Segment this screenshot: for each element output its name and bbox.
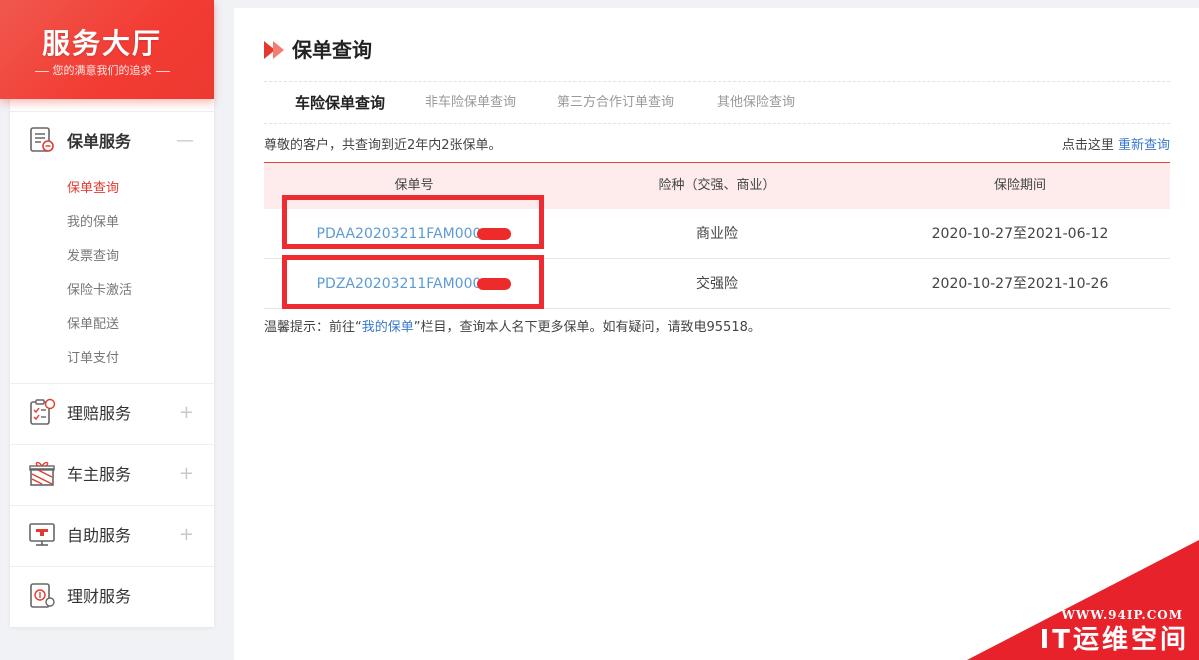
expand-icon[interactable]: + [179,526,194,544]
submenu-item-order-payment[interactable]: 订单支付 [10,342,214,376]
column-header-insurance-type: 险种（交强、商业） [658,178,776,193]
collapse-icon[interactable]: — [176,132,194,150]
expand-icon[interactable]: + [179,404,194,422]
watermark-name: IT运维空间 [1039,625,1189,655]
menu-group-finance: 理财服务 [10,566,214,627]
tip-text: 温馨提示：前往“我的保单”栏目，查询本人名下更多保单。如有疑问，请致电95518… [264,316,761,335]
tip-prefix: 温馨提示：前往“ [264,320,362,335]
result-summary: 尊敬的客户，共查询到近2年内2张保单。 [264,138,502,153]
menu-group-label: 理财服务 [67,587,132,606]
menu-group-head-policy[interactable]: 保单服务 — [10,112,214,172]
submenu-item-invoice-query[interactable]: 发票查询 [10,240,214,274]
watermark: WWW.94IP.COM IT运维空间 [967,540,1199,660]
requery-prompt-text: 点击这里 [1061,138,1114,153]
tab-non-auto-policy[interactable]: 非车险保单查询 [425,92,516,114]
policy-table: 保单号 险种（交强、商业） 保险期间 PDAA20203211FAM000 商业… [264,162,1170,309]
policy-doc-icon [30,127,54,152]
menu-group-car-owner: 车主服务 + [10,444,214,505]
tab-label: 车险保单查询 [295,94,386,112]
column-header-period: 保险期间 [993,178,1046,193]
result-info-row: 尊敬的客户，共查询到近2年内2张保单。 点击这里 重新查询 [264,136,1170,156]
insurance-type-cell: 商业险 [696,226,738,242]
insurance-type-cell: 交强险 [696,276,738,292]
highlight-box [282,255,544,309]
brand-banner: 服务大厅 您的满意我们的追求 [0,0,214,99]
requery-link[interactable]: 重新查询 [1118,138,1170,153]
brand-subtitle-row: 您的满意我们的追求 [0,62,204,78]
highlight-box [282,195,544,249]
requery-prompt: 点击这里 重新查询 [1062,136,1170,156]
brand-subtitle: 您的满意我们的追求 [52,64,152,77]
menu-group-head-self-service[interactable]: 自助服务 + [10,506,214,566]
insurance-period-cell: 2020-10-27至2021-06-12 [931,226,1109,242]
my-policies-link[interactable]: 我的保单 [362,320,414,335]
submenu-item-policy-query[interactable]: 保单查询 [10,172,214,206]
menu-group-head-claims[interactable]: 理赔服务 + [10,384,214,444]
menu-group-head-finance[interactable]: 理财服务 [10,567,214,627]
tab-other-insurance[interactable]: 其他保险查询 [717,92,795,114]
menu-group-claims: 理赔服务 + [10,383,214,444]
menu-group-label: 车主服务 [67,465,132,484]
submenu-item-card-activation[interactable]: 保险卡激活 [10,274,214,308]
page-title: 保单查询 [292,38,372,62]
divider [264,81,1170,82]
finance-icon [30,583,55,608]
divider [264,123,1170,124]
divider [155,70,170,72]
menu-group-label: 保单服务 [67,132,132,151]
menu-group-label: 理赔服务 [67,404,132,423]
insurance-period-cell: 2020-10-27至2021-10-26 [931,276,1109,292]
submenu-item-policy-delivery[interactable]: 保单配送 [10,308,214,342]
menu-group-policy: 保单服务 — 保单查询 我的保单 发票查询 保险卡激活 保单配送 订单支付 [10,111,214,376]
submenu-item-my-policies[interactable]: 我的保单 [10,206,214,240]
tab-third-party-orders[interactable]: 第三方合作订单查询 [557,92,674,114]
monitor-icon [29,523,55,546]
tab-auto-policy[interactable]: 车险保单查询 [295,92,386,114]
menu-group-self-service: 自助服务 + [10,505,214,566]
menu-group-label: 自助服务 [67,526,132,545]
divider [34,70,49,72]
sidebar: 服务大厅 您的满意我们的追求 保单服务 — 保单查询 我的保单 发票查询 保险卡… [0,0,214,627]
double-arrow-icon [264,41,284,59]
gift-box-icon [29,461,55,486]
submenu-policy: 保单查询 我的保单 发票查询 保险卡激活 保单配送 订单支付 [10,172,214,376]
brand-title: 服务大厅 [41,27,162,60]
menu-group-head-car-owner[interactable]: 车主服务 + [10,445,214,505]
expand-icon[interactable]: + [179,465,194,483]
claims-clipboard-icon [30,398,56,425]
tip-suffix: ”栏目，查询本人名下更多保单。如有疑问，请致电95518。 [413,320,761,335]
